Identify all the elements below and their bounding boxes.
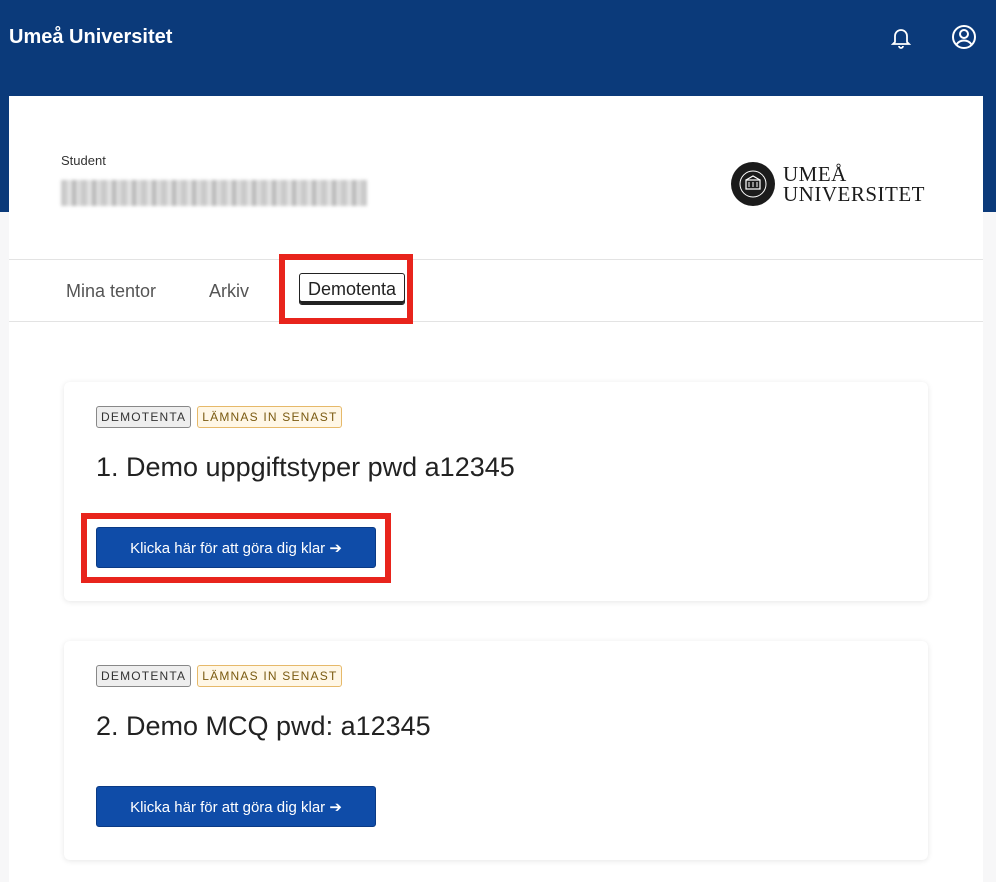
tab-demotenta[interactable]: Demotenta — [299, 273, 405, 305]
logo-line-2: UNIVERSITET — [783, 182, 925, 206]
badge-row: DEMOTENTA LÄMNAS IN SENAST — [96, 665, 343, 687]
get-ready-button[interactable]: Klicka här för att göra dig klar ➔ — [96, 527, 376, 568]
user-circle-icon[interactable] — [951, 24, 977, 50]
tab-arkiv[interactable]: Arkiv — [209, 260, 249, 322]
logo-text: UMEÅ UNIVERSITET — [783, 162, 925, 206]
get-ready-button[interactable]: Klicka här för att göra dig klar ➔ — [96, 786, 376, 827]
deadline-badge: LÄMNAS IN SENAST — [197, 406, 343, 428]
demo-badge: DEMOTENTA — [96, 406, 192, 428]
seal-icon — [731, 162, 775, 206]
exam-title: 1. Demo uppgiftstyper pwd a12345 — [96, 452, 515, 482]
student-name-blurred — [61, 180, 367, 206]
bell-icon[interactable] — [888, 24, 914, 50]
university-logo: UMEÅ UNIVERSITET — [731, 162, 925, 206]
logo-line-1: UMEÅ — [783, 162, 847, 186]
brand-title[interactable]: Umeå Universitet — [9, 26, 172, 49]
tab-highlight-box: Demotenta — [279, 254, 413, 324]
demo-badge: DEMOTENTA — [96, 665, 192, 687]
tab-mina-tentor[interactable]: Mina tentor — [66, 260, 156, 322]
deadline-badge: LÄMNAS IN SENAST — [197, 665, 343, 687]
student-label: Student — [61, 153, 106, 168]
student-info: Student — [61, 153, 367, 206]
badge-row: DEMOTENTA LÄMNAS IN SENAST — [96, 406, 343, 428]
tab-bar: Mina tentor Arkiv Demotenta — [9, 254, 983, 324]
exam-title: 2. Demo MCQ pwd: a12345 — [96, 711, 431, 741]
exam-card: DEMOTENTA LÄMNAS IN SENAST 1. Demo uppgi… — [64, 382, 928, 601]
exam-card: DEMOTENTA LÄMNAS IN SENAST 2. Demo MCQ p… — [64, 641, 928, 860]
